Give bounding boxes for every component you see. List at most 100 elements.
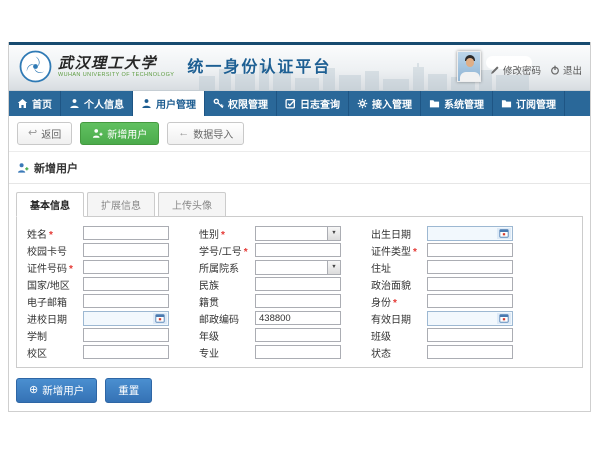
field-label: 学号/工号* [199,243,255,258]
campus-field[interactable] [83,345,169,359]
tab-basic-info[interactable]: 基本信息 [16,192,84,217]
native-place-field[interactable] [255,294,341,308]
form-row: 民族 [199,277,341,291]
valid-date-field[interactable] [427,311,513,326]
field-label: 进校日期 [27,311,83,326]
required-marker: * [69,264,73,275]
form-row: 班级 [371,328,513,342]
id-type-field[interactable] [427,243,513,257]
university-name-en: WUHAN UNIVERSITY OF TECHNOLOGY [58,72,174,78]
avatar-body [460,72,480,81]
ethnicity-field[interactable] [255,277,341,291]
form-row: 学号/工号* [199,243,341,257]
field-label: 年级 [199,328,255,343]
log-check-icon [285,98,296,109]
nav-item-profile[interactable]: 个人信息 [61,91,133,116]
grade-field[interactable] [255,328,341,342]
country-region-field[interactable] [83,277,169,291]
change-password-label: 修改密码 [503,63,541,77]
change-password-link[interactable]: 修改密码 [490,63,541,77]
birth-date-field[interactable] [427,226,513,241]
nav-item-log-query[interactable]: 日志查询 [277,91,349,116]
form-row: 出生日期 [371,226,513,240]
form-row: 身份* [371,294,513,308]
tab-upload-avatar[interactable]: 上传头像 [158,192,226,217]
nav-item-label: 个人信息 [84,96,124,111]
student-staff-id-field[interactable] [255,243,341,257]
postal-code-field[interactable] [255,311,341,325]
identity-field[interactable] [427,294,513,308]
import-arrow-icon: ← [178,128,189,139]
form-row: 校区 [27,345,169,359]
id-number-field[interactable] [83,260,169,274]
app-header: 武汉理工大学 WUHAN UNIVERSITY OF TECHNOLOGY 统一… [9,45,590,91]
email-field[interactable] [83,294,169,308]
status-field[interactable] [427,345,513,359]
department-select[interactable]: ▼ [255,260,341,275]
form-column: 姓名* 校园卡号 证件号码* 国家/地区 电子邮箱 进校日期 学制 校区 [27,226,169,359]
reset-button[interactable]: 重置 [105,378,152,403]
campus-card-no-field[interactable] [83,243,169,257]
nav-item-label: 权限管理 [228,96,268,111]
form-row: 所属院系 ▼ [199,260,341,274]
form-row: 国家/地区 [27,277,169,291]
nav-item-home[interactable]: 首页 [9,91,61,116]
form-row: 专业 [199,345,341,359]
user-area: 修改密码 退出 [457,51,582,82]
field-label: 所属院系 [199,260,255,275]
nav-item-access-management[interactable]: 接入管理 [349,91,421,116]
nav-item-permission-management[interactable]: 权限管理 [205,91,277,116]
dropdown-arrow-icon: ▼ [327,227,340,240]
reset-label: 重置 [118,383,139,398]
form-row: 有效日期 [371,311,513,325]
nav-item-system-management[interactable]: 系统管理 [421,91,493,116]
add-user-icon [17,162,29,174]
logout-label: 退出 [563,63,582,77]
field-label: 班级 [371,328,427,343]
field-label: 专业 [199,345,255,360]
back-button[interactable]: ↩ 返回 [17,122,72,145]
form-actions: ⊕ 新增用户 重置 [9,368,590,412]
basic-info-panel: 姓名* 校园卡号 证件号码* 国家/地区 电子邮箱 进校日期 学制 校区 性别* [16,216,583,368]
add-user-toolbar-button[interactable]: 新增用户 [80,122,159,145]
tab-extended-info[interactable]: 扩展信息 [87,192,155,217]
entry-date-field[interactable] [83,311,169,326]
schooling-length-field[interactable] [83,328,169,342]
field-label: 证件类型* [371,243,427,258]
submit-add-user-button[interactable]: ⊕ 新增用户 [16,378,97,403]
logout-link[interactable]: 退出 [550,63,582,77]
form-row: 政治面貌 [371,277,513,291]
field-label: 政治面貌 [371,277,427,292]
field-label: 邮政编码 [199,311,255,326]
data-import-button[interactable]: ← 数据导入 [167,122,244,145]
nav-item-subscription-management[interactable]: 订阅管理 [493,91,565,116]
address-field[interactable] [427,260,513,274]
field-label: 姓名* [27,226,83,241]
home-icon [17,98,28,109]
calendar-icon [497,313,511,324]
power-icon [550,65,560,75]
field-label: 籍贯 [199,294,255,309]
required-marker: * [49,230,53,241]
add-user-icon [92,128,103,139]
calendar-icon [497,228,511,239]
data-import-label: 数据导入 [193,126,233,141]
name-field[interactable] [83,226,169,240]
form-row: 姓名* [27,226,169,240]
submit-add-user-label: 新增用户 [42,383,84,398]
nav-item-label: 首页 [32,96,52,111]
gender-select[interactable]: ▼ [255,226,341,241]
nav-item-user-management[interactable]: 用户管理 [133,91,205,116]
required-marker: * [413,247,417,258]
class-field[interactable] [427,328,513,342]
section-header: 新增用户 [9,152,590,184]
form-row: 证件类型* [371,243,513,257]
political-status-field[interactable] [427,277,513,291]
tab-label: 基本信息 [30,201,70,212]
major-field[interactable] [255,345,341,359]
user-avatar[interactable] [457,51,481,82]
required-marker: * [221,230,225,241]
tab-label: 扩展信息 [101,201,141,212]
platform-title: 统一身份认证平台 [187,53,331,81]
university-names: 武汉理工大学 WUHAN UNIVERSITY OF TECHNOLOGY [58,55,174,78]
